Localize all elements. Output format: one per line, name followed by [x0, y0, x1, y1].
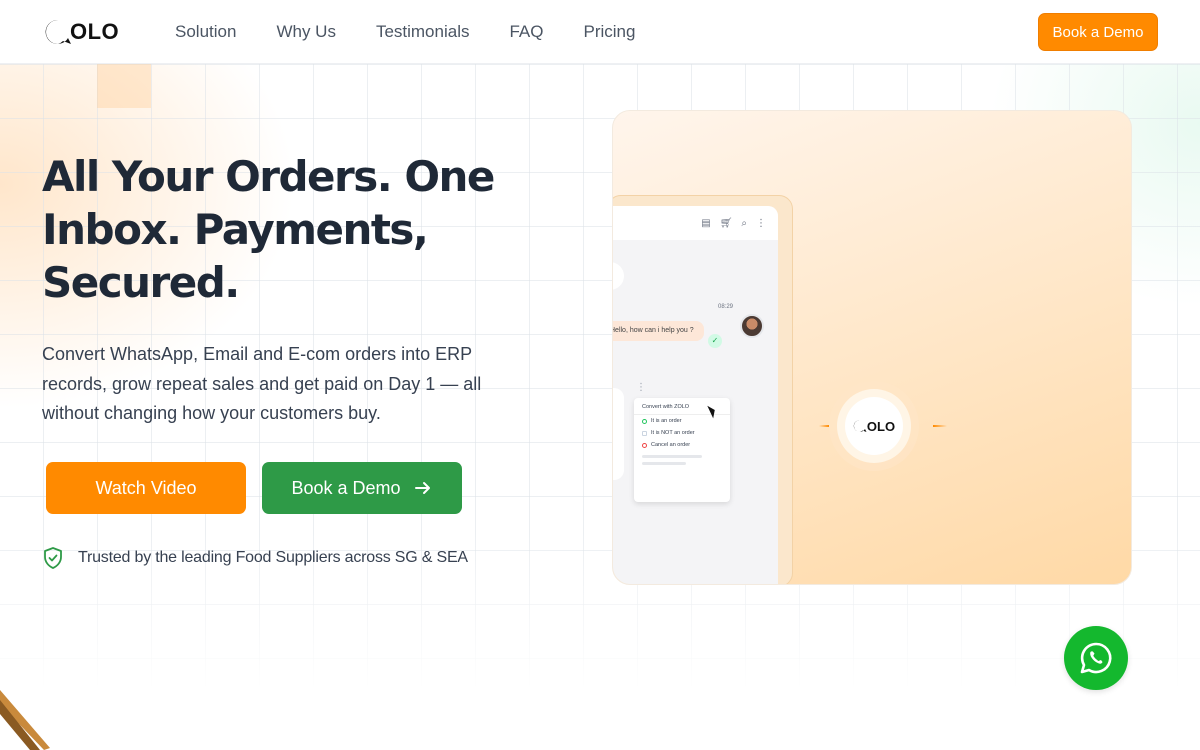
whatsapp-icon — [1080, 642, 1112, 674]
whatsapp-button[interactable] — [1064, 626, 1128, 690]
phone-toolbar: ▤ 🛒︎ ⌕ ⋮ — [613, 206, 778, 240]
more-icon: ⋮ — [756, 217, 766, 229]
logo-mark-icon — [45, 19, 71, 44]
nav-why-us[interactable]: Why Us — [276, 22, 336, 42]
cart-icon: 🛒︎ — [719, 217, 733, 229]
chat-bubble: Hello, how can i help you ? — [613, 321, 704, 341]
hero-title: All Your Orders. One Inbox. Payments, Se… — [42, 152, 495, 307]
nav-testimonials[interactable]: Testimonials — [376, 22, 470, 42]
center-logo-text: OLO — [866, 418, 896, 434]
menu-dots-icon: ⋮ — [636, 382, 646, 393]
menu-placeholder-bar — [642, 462, 686, 465]
search-icon: ⌕ — [741, 217, 747, 229]
center-logo-badge: OLO — [837, 389, 911, 463]
grid-highlight — [97, 64, 151, 108]
shield-check-icon — [44, 547, 62, 569]
hero-subtitle: Convert WhatsApp, Email and E-com orders… — [42, 344, 482, 423]
chat-pill — [613, 262, 624, 290]
copy-icon: ▤ — [701, 217, 711, 229]
site-header: OLO Solution Why Us Testimonials FAQ Pri… — [0, 0, 1200, 64]
header-book-demo-button[interactable]: Book a Demo — [1038, 13, 1158, 51]
watch-video-label: Watch Video — [95, 477, 197, 498]
menu-item-not-order: It is NOT an order — [634, 427, 730, 439]
watch-video-button[interactable]: Watch Video — [46, 462, 246, 514]
nav-faq[interactable]: FAQ — [509, 22, 543, 42]
chat-time: 08:29 — [718, 304, 734, 310]
hero-illustration: ▤ 🛒︎ ⌕ ⋮ 08:29 Hello, how can i help you… — [612, 110, 1132, 585]
phone-mockup: ▤ 🛒︎ ⌕ ⋮ 08:29 Hello, how can i help you… — [613, 195, 793, 584]
nav-pricing[interactable]: Pricing — [584, 22, 636, 42]
trust-text: Trusted by the leading Food Suppliers ac… — [78, 549, 468, 566]
book-demo-button[interactable]: Book a Demo — [262, 462, 462, 514]
user-avatar — [740, 314, 764, 338]
menu-placeholder-bar — [642, 455, 702, 458]
logo-mark-icon — [853, 419, 867, 432]
read-check-icon: ✓ — [708, 334, 722, 348]
zolo-logo[interactable]: OLO — [44, 18, 119, 46]
center-logo: OLO — [845, 397, 903, 455]
phone-screen: ▤ 🛒︎ ⌕ ⋮ 08:29 Hello, how can i help you… — [613, 206, 778, 584]
trust-line: Trusted by the leading Food Suppliers ac… — [42, 546, 468, 570]
chat-pill-large — [613, 388, 624, 480]
nav-solution[interactable]: Solution — [175, 22, 236, 42]
main-nav: Solution Why Us Testimonials FAQ Pricing — [175, 22, 635, 42]
book-demo-label: Book a Demo — [291, 477, 401, 498]
logo-text: OLO — [70, 19, 120, 44]
corner-decoration — [0, 690, 50, 750]
menu-item-cancel: Cancel an order — [634, 439, 730, 451]
spark-line — [933, 425, 947, 427]
spark-line — [819, 425, 829, 427]
arrow-right-icon — [414, 482, 430, 494]
